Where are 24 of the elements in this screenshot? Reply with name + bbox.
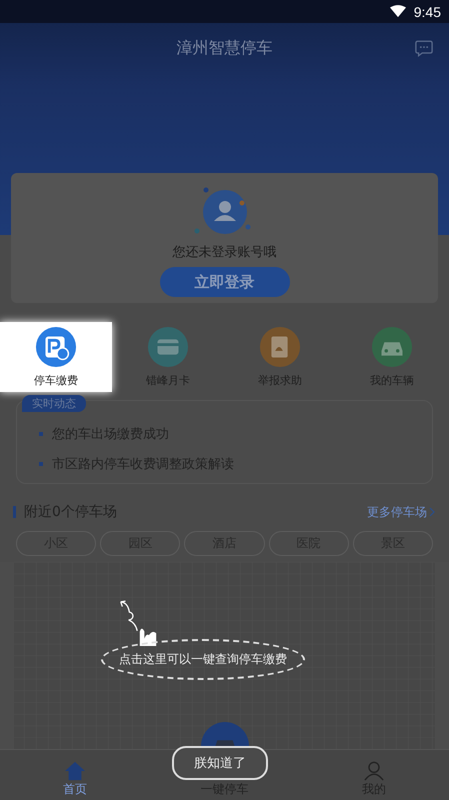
card-icon	[147, 326, 189, 368]
login-message: 您还未登录账号哦	[172, 244, 276, 261]
section-marker	[13, 506, 16, 518]
bullet-icon	[39, 462, 43, 466]
tab[interactable]: 首页	[0, 750, 150, 800]
login-button[interactable]: 立即登录	[160, 267, 290, 297]
wifi-icon	[390, 5, 406, 18]
arrow-drawing	[120, 600, 138, 632]
news-badge: 实时动态	[22, 395, 86, 412]
app-title: 漳州智慧停车	[176, 38, 272, 58]
person-icon	[363, 761, 386, 781]
chat-icon[interactable]	[415, 40, 433, 57]
bullet-icon	[39, 432, 43, 436]
chevron-icon	[429, 507, 435, 517]
more-link[interactable]: 更多停车场	[367, 504, 427, 520]
dismiss-tooltip[interactable]: 朕知道了	[172, 746, 268, 780]
guide-hint: 点击这里可以一键查询停车缴费	[101, 639, 305, 680]
quick-action[interactable]: 停车缴费	[0, 322, 112, 392]
notepad-icon	[259, 326, 301, 368]
home-icon	[64, 761, 86, 781]
parking-fee-icon	[35, 326, 77, 368]
car-icon	[371, 326, 413, 368]
status-time: 9:45	[414, 4, 441, 20]
hand-icon	[138, 626, 158, 646]
